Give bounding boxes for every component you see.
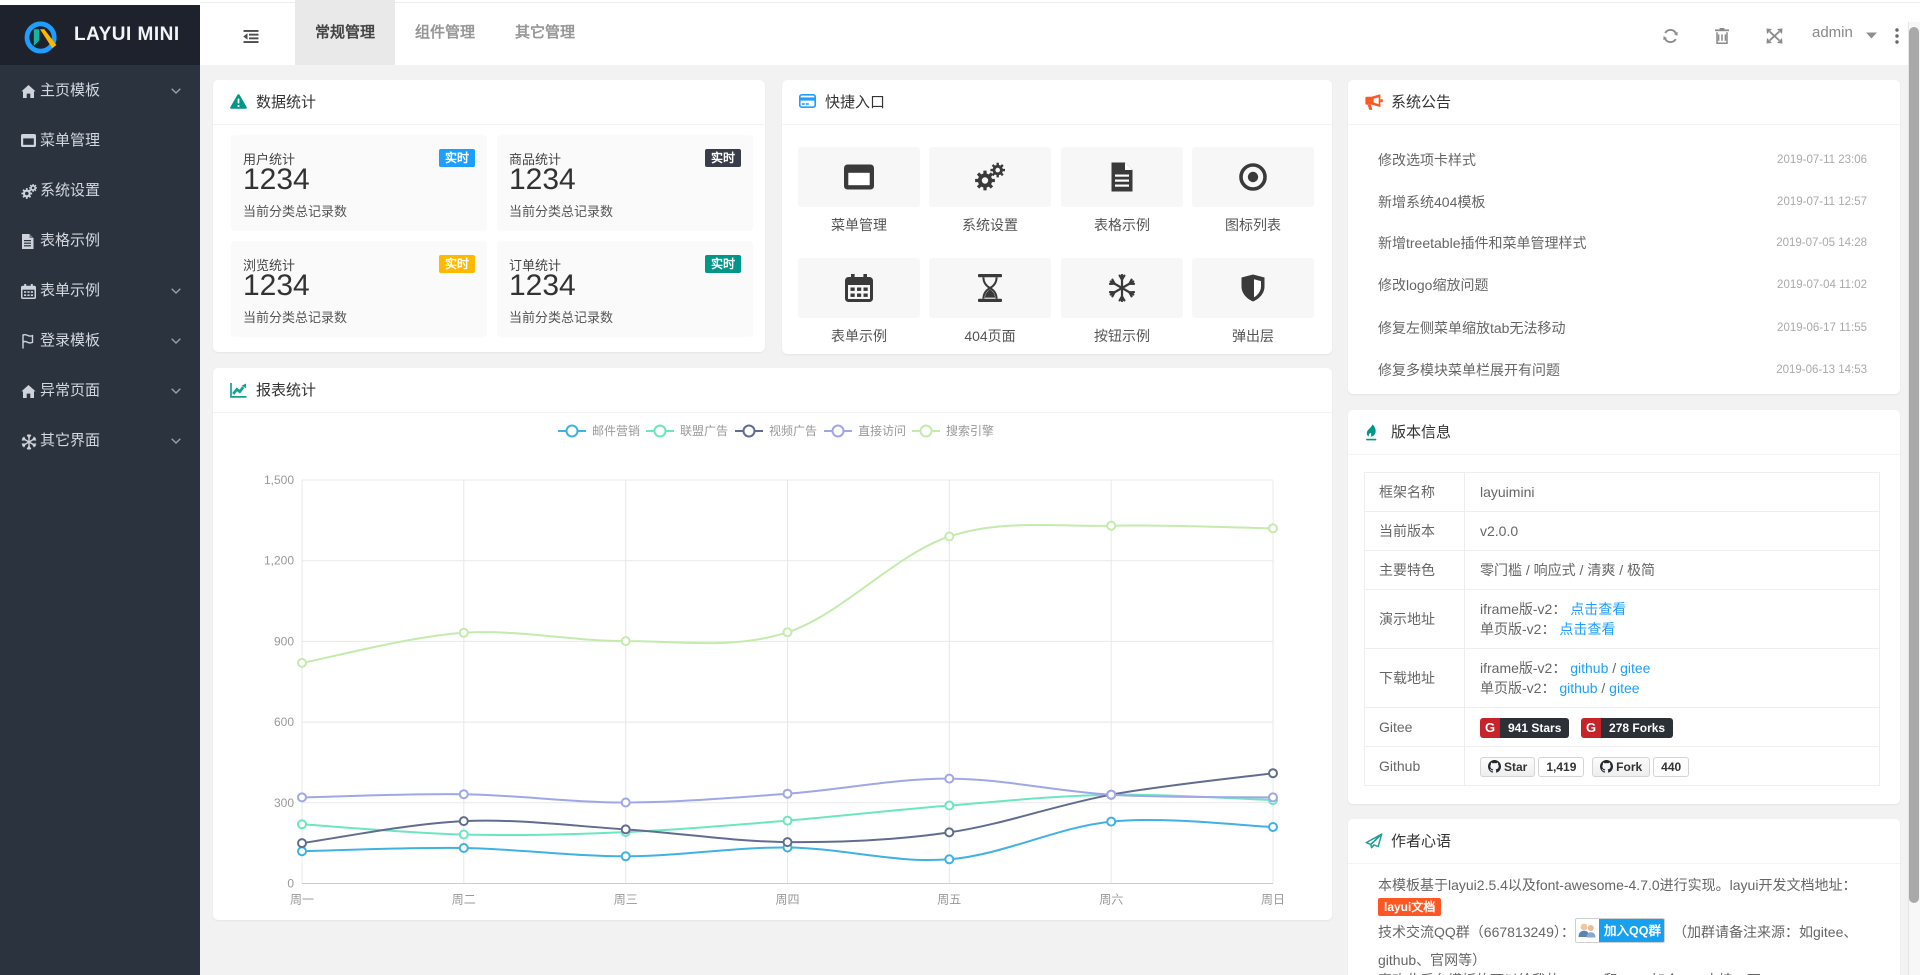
svg-text:联盟广告: 联盟广告 <box>680 424 728 438</box>
svg-text:600: 600 <box>274 715 294 729</box>
svg-text:直接访问: 直接访问 <box>858 423 906 438</box>
svg-text:1,500: 1,500 <box>264 473 294 487</box>
svg-text:周一: 周一 <box>290 893 314 907</box>
svg-text:搜索引擎: 搜索引擎 <box>946 423 994 438</box>
svg-text:邮件营销: 邮件营销 <box>592 424 640 438</box>
svg-text:周四: 周四 <box>775 893 799 907</box>
svg-text:0: 0 <box>287 877 294 891</box>
svg-text:视频广告: 视频广告 <box>769 423 817 438</box>
svg-text:周五: 周五 <box>937 893 961 907</box>
svg-text:900: 900 <box>274 634 294 648</box>
svg-text:周日: 周日 <box>1261 893 1285 907</box>
svg-text:300: 300 <box>274 796 294 810</box>
svg-text:周三: 周三 <box>614 893 638 907</box>
svg-text:周六: 周六 <box>1099 893 1123 907</box>
svg-text:周二: 周二 <box>452 893 476 907</box>
svg-text:1,200: 1,200 <box>264 554 294 568</box>
